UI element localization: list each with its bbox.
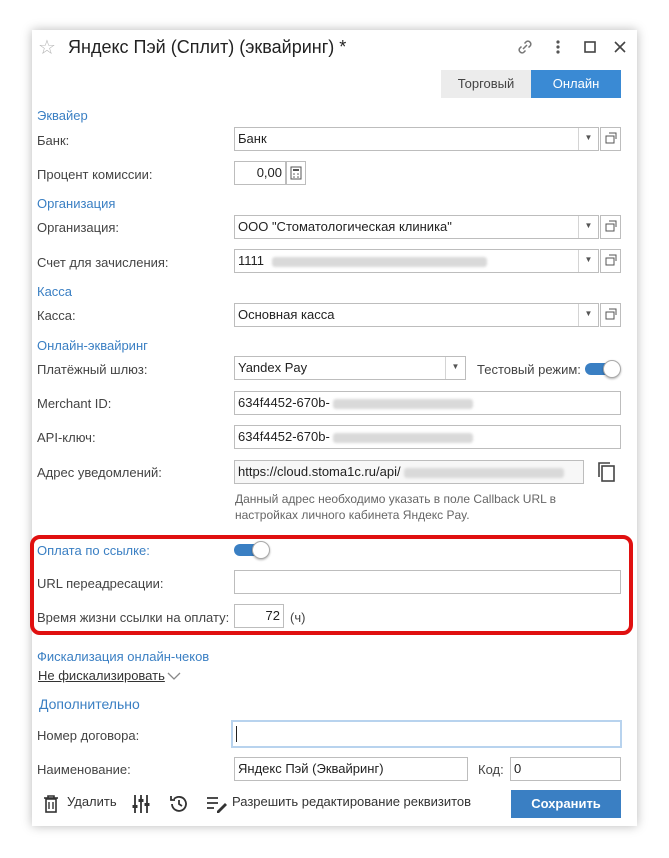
redacted-text (271, 256, 487, 267)
merchant-input[interactable]: 634f4452-670b- (234, 391, 621, 415)
bank-select[interactable]: Банк ▼ (234, 127, 599, 151)
chevron-down-icon[interactable]: ▼ (445, 357, 465, 379)
code-input[interactable]: 0 (510, 757, 621, 781)
save-button[interactable]: Сохранить (511, 790, 621, 818)
open-window-icon (605, 308, 617, 320)
section-acquirer: Эквайер (37, 108, 88, 123)
account-select[interactable]: 1111 ▼ (234, 249, 599, 273)
redacted-text (333, 398, 474, 409)
org-open-button[interactable] (600, 215, 621, 239)
text-cursor (236, 725, 237, 742)
tab-online[interactable]: Онлайн (531, 70, 621, 98)
cash-value: Основная касса (238, 307, 335, 322)
more-menu-icon[interactable] (549, 38, 567, 56)
org-label: Организация: (37, 220, 120, 235)
bottom-toolbar: Удалить Разрешить редактирование реквизи… (32, 788, 637, 820)
org-value: ООО "Стоматологическая клиника" (238, 219, 452, 234)
window-title: Яндекс Пэй (Сплит) (эквайринг) * (68, 37, 347, 57)
copy-icon[interactable] (595, 460, 619, 484)
notify-hint-line-1: Данный адрес необходимо указать в поле C… (235, 492, 557, 506)
fiscalization-link-text: Не фискализировать (38, 668, 165, 683)
test-mode-label: Тестовый режим: (477, 362, 581, 377)
notify-url-value: https://cloud.stoma1c.ru/api/ (238, 464, 401, 479)
notify-hint-line-2: настройках личного кабинета Яндекс Pay. (235, 508, 470, 522)
account-value: 1111 (238, 253, 265, 268)
tab-trade[interactable]: Торговый (441, 70, 531, 98)
edit-lines-icon[interactable] (206, 795, 228, 813)
trash-icon[interactable] (42, 794, 60, 814)
cash-select[interactable]: Основная касса ▼ (234, 303, 599, 327)
api-key-input[interactable]: 634f4452-670b- (234, 425, 621, 449)
chevron-down-icon[interactable] (166, 670, 182, 682)
gateway-label: Платёжный шлюз: (37, 362, 148, 377)
maximize-icon[interactable] (581, 38, 599, 56)
delete-button[interactable]: Удалить (67, 794, 117, 809)
fiscalization-link[interactable]: Не фискализировать (38, 668, 165, 683)
section-fiscalization: Фискализация онлайн-чеков (37, 649, 210, 664)
contract-label: Номер договора: (37, 728, 140, 743)
commission-label: Процент комиссии: (37, 167, 153, 182)
section-organization: Организация (37, 196, 116, 211)
highlight-frame (30, 535, 633, 635)
commission-input[interactable]: 0,00 (234, 161, 286, 185)
section-additional: Дополнительно (39, 696, 140, 712)
allow-edit-button[interactable]: Разрешить редактирование реквизитов (232, 794, 471, 809)
link-icon[interactable] (516, 38, 534, 56)
api-key-value: 634f4452-670b- (238, 429, 330, 444)
history-icon[interactable] (168, 793, 190, 815)
section-cash: Касса (37, 284, 73, 299)
title-bar: ☆ Яндекс Пэй (Сплит) (эквайринг) * (32, 30, 637, 66)
name-label: Наименование: (37, 762, 131, 777)
form-window: ☆ Яндекс Пэй (Сплит) (эквайринг) * Торго… (30, 30, 637, 826)
org-select[interactable]: ООО "Стоматологическая клиника" ▼ (234, 215, 599, 239)
bank-value: Банк (238, 131, 267, 146)
redacted-text (333, 432, 474, 443)
bank-open-button[interactable] (600, 127, 621, 151)
code-label: Код: (478, 762, 504, 777)
favorite-star-icon[interactable]: ☆ (38, 35, 56, 60)
cash-label: Касса: (37, 308, 76, 323)
merchant-value: 634f4452-670b- (238, 395, 330, 410)
settings-sliders-icon[interactable] (130, 793, 152, 815)
gateway-select[interactable]: Yandex Pay ▼ (234, 356, 466, 380)
contract-input[interactable] (231, 720, 622, 748)
cash-open-button[interactable] (600, 303, 621, 327)
bank-label: Банк: (37, 133, 70, 148)
merchant-label: Merchant ID: (37, 396, 112, 411)
chevron-down-icon[interactable]: ▼ (578, 250, 598, 272)
section-online-acquiring: Онлайн-эквайринг (37, 338, 148, 353)
chevron-down-icon[interactable]: ▼ (578, 128, 598, 150)
api-key-label: API-ключ: (37, 430, 96, 445)
gateway-value: Yandex Pay (238, 360, 308, 375)
mode-tabs: Торговый Онлайн (441, 70, 621, 98)
open-window-icon (605, 254, 617, 266)
chevron-down-icon[interactable]: ▼ (578, 216, 598, 238)
open-window-icon (605, 132, 617, 144)
name-input[interactable]: Яндекс Пэй (Эквайринг) (234, 757, 468, 781)
notify-label: Адрес уведомлений: (37, 465, 162, 480)
test-mode-toggle[interactable] (585, 360, 621, 378)
redacted-text (404, 467, 565, 478)
calculator-button[interactable] (286, 161, 306, 185)
open-window-icon (605, 220, 617, 232)
close-icon[interactable] (611, 38, 629, 56)
account-label: Счет для зачисления: (37, 255, 169, 270)
notify-url-input[interactable]: https://cloud.stoma1c.ru/api/ (234, 460, 584, 484)
chevron-down-icon[interactable]: ▼ (578, 304, 598, 326)
calculator-icon (290, 166, 302, 180)
account-open-button[interactable] (600, 249, 621, 273)
